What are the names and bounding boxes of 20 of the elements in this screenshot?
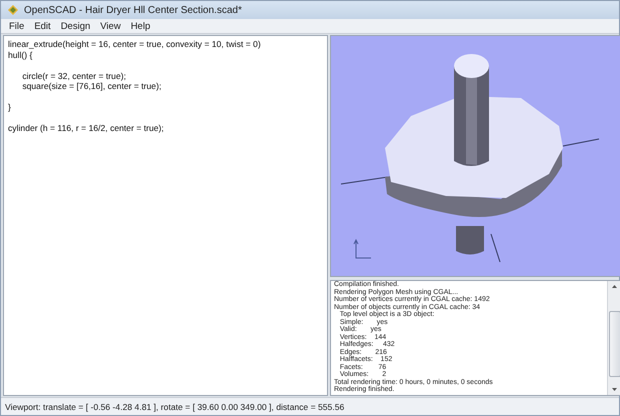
menu-item[interactable]: Help — [126, 20, 154, 32]
scrollbar[interactable] — [607, 281, 620, 395]
code-line: } — [8, 101, 11, 112]
axis-line — [340, 176, 388, 184]
axis-line — [562, 138, 600, 146]
scrollbar-thumb[interactable] — [608, 311, 620, 377]
axes-indicator-icon — [354, 238, 372, 258]
window-title: OpenSCAD - Hair Dryer Hll Center Section.scad* — [24, 4, 242, 16]
code-line: square(size = [76,16], center = true); — [21, 81, 162, 92]
axis-line — [490, 234, 500, 262]
code-line: cylinder (h = 116, r = 16/2, center = true); — [8, 122, 164, 134]
code-line: hull() { — [8, 50, 32, 60]
app-icon — [7, 4, 19, 16]
menu-item[interactable]: Edit — [30, 20, 55, 32]
code-line: linear_extrude(height = 16, center = true, convexity = 10, twist = 0) — [8, 39, 261, 50]
code-line: circle(r = 32, center = true); — [21, 70, 126, 81]
status-text: Viewport: translate = [ -0.56 -4.28 4.81 ], rotate = [ 39.60 0.00 349.00 ], distance = 555.56 — [5, 402, 344, 412]
menu-item[interactable]: View — [96, 20, 125, 32]
menu-item[interactable]: File — [5, 20, 28, 32]
menu-item[interactable]: Design — [56, 20, 94, 32]
